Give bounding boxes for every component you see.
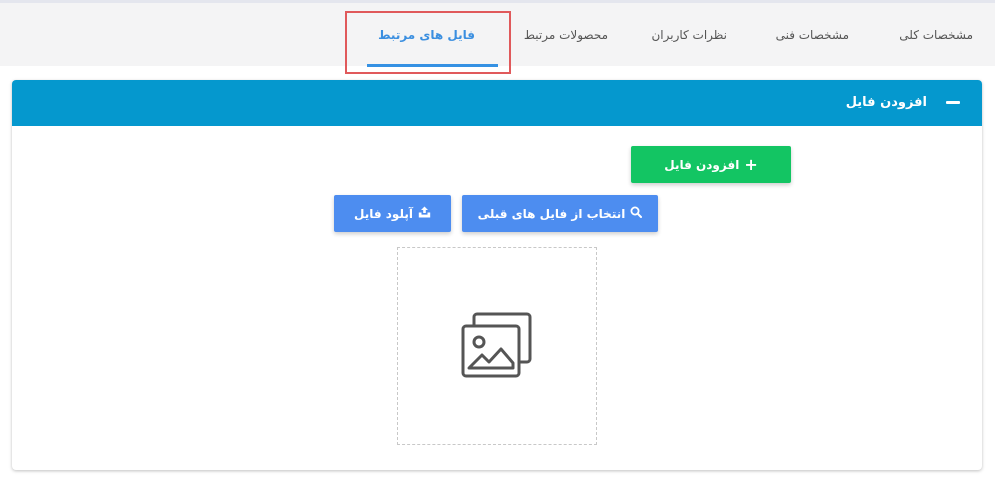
- upload-file-label: آپلود فایل: [354, 206, 413, 221]
- upload-icon: [418, 206, 431, 221]
- tab-general-specs[interactable]: مشخصات کلی: [899, 15, 973, 55]
- panel-header[interactable]: افزودن فایل: [12, 80, 982, 126]
- images-icon: [461, 312, 532, 378]
- add-file-panel: افزودن فایل + افزودن فایل انتخاب از فایل…: [12, 80, 982, 470]
- tab-related-products[interactable]: محصولات مرتبط: [524, 15, 608, 55]
- plus-icon: +: [744, 154, 758, 174]
- search-icon: [630, 206, 643, 221]
- panel-title: افزودن فایل: [845, 95, 927, 110]
- file-dropzone[interactable]: [397, 247, 597, 445]
- active-tab-indicator: [367, 64, 498, 67]
- tab-user-reviews[interactable]: نظرات کاربران: [651, 15, 727, 55]
- minus-icon[interactable]: [946, 101, 960, 104]
- tab-technical-specs[interactable]: مشخصات فنی: [776, 15, 849, 55]
- upload-file-button[interactable]: آپلود فایل: [334, 195, 451, 232]
- tab-related-files[interactable]: فایل های مرتبط: [378, 15, 475, 55]
- add-file-label: افزودن فایل: [664, 157, 740, 172]
- tab-bar: مشخصات کلی مشخصات فنی نظرات کاربران محصو…: [0, 0, 995, 67]
- choose-previous-files-button[interactable]: انتخاب از فایل های قبلی: [462, 195, 658, 232]
- choose-previous-files-label: انتخاب از فایل های قبلی: [477, 206, 626, 221]
- add-file-button[interactable]: + افزودن فایل: [631, 146, 791, 183]
